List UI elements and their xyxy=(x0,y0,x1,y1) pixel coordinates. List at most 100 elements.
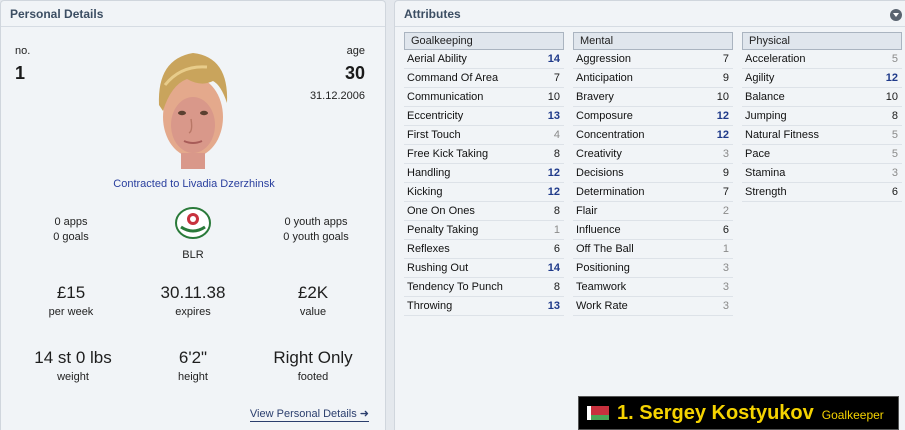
attribute-row[interactable]: Aerial Ability 14 xyxy=(404,50,564,69)
attribute-row[interactable]: Free Kick Taking 8 xyxy=(404,145,564,164)
attribute-row[interactable]: Throwing 13 xyxy=(404,297,564,316)
personal-details-title: Personal Details xyxy=(1,1,385,27)
attribute-name: Command Of Area xyxy=(407,72,499,84)
view-personal-details-link[interactable]: View Personal Details ➜ xyxy=(249,407,369,422)
attribute-row[interactable]: Stamina 3 xyxy=(742,164,902,183)
attribute-row[interactable]: Decisions 9 xyxy=(573,164,733,183)
attribute-name: Teamwork xyxy=(576,281,627,293)
attribute-row[interactable]: Anticipation 9 xyxy=(573,69,733,88)
attribute-name: Anticipation xyxy=(576,72,633,84)
attribute-name: Free Kick Taking xyxy=(407,148,489,160)
attribute-value: 10 xyxy=(547,91,560,103)
attribute-name: Throwing xyxy=(407,300,453,312)
attribute-value: 1 xyxy=(722,243,729,255)
attribute-row[interactable]: First Touch 4 xyxy=(404,126,564,145)
arrow-right-icon: ➜ xyxy=(359,408,369,420)
nation-block: BLR xyxy=(163,205,223,261)
mental-column: Mental Aggression 7 Anticipation 9 Bravery 10… xyxy=(573,32,733,316)
goalkeeping-column: Goalkeeping Aerial Ability 14 Command Of A… xyxy=(404,32,564,316)
attribute-row[interactable]: Jumping 8 xyxy=(742,107,902,126)
height-value: 6'2" xyxy=(178,348,208,367)
attribute-name: Work Rate xyxy=(576,300,628,312)
physical-column: Physical Acceleration 5 Agility 12 Balance 10… xyxy=(742,32,902,202)
attribute-name: Influence xyxy=(576,224,621,236)
player-face-image xyxy=(158,53,228,169)
attribute-row[interactable]: Aggression 7 xyxy=(573,50,733,69)
attribute-name: Determination xyxy=(576,186,645,198)
shirt-number-block: no. 1 xyxy=(15,45,30,84)
attribute-name: Eccentricity xyxy=(407,110,464,122)
attribute-value: 10 xyxy=(885,91,898,103)
attribute-name: Agility xyxy=(745,72,775,84)
attribute-value: 5 xyxy=(891,148,898,160)
attribute-row[interactable]: One On Ones 8 xyxy=(404,202,564,221)
attribute-row[interactable]: Acceleration 5 xyxy=(742,50,902,69)
attribute-row[interactable]: Influence 6 xyxy=(573,221,733,240)
attribute-row[interactable]: Composure 12 xyxy=(573,107,733,126)
value-amount: £2K xyxy=(297,283,329,302)
attribute-value: 12 xyxy=(716,129,729,141)
attribute-row[interactable]: Off The Ball 1 xyxy=(573,240,733,259)
belarus-flag-icon xyxy=(587,406,609,420)
attribute-name: Flair xyxy=(576,205,598,217)
youth-goals-count: 0 youth goals xyxy=(283,231,349,243)
attribute-value: 12 xyxy=(547,186,560,198)
attribute-name: Communication xyxy=(407,91,484,103)
attribute-name: Decisions xyxy=(576,167,624,179)
attribute-row[interactable]: Positioning 3 xyxy=(573,259,733,278)
weight-value: 14 st 0 lbs xyxy=(34,348,112,367)
attribute-value: 8 xyxy=(891,110,898,122)
attribute-row[interactable]: Teamwork 3 xyxy=(573,278,733,297)
attribute-row[interactable]: Command Of Area 7 xyxy=(404,69,564,88)
attribute-row[interactable]: Penalty Taking 1 xyxy=(404,221,564,240)
age-block: age 30 31.12.2006 xyxy=(310,45,365,102)
attribute-value: 3 xyxy=(722,148,729,160)
attribute-value: 3 xyxy=(722,281,729,293)
attribute-value: 2 xyxy=(722,205,729,217)
attribute-row[interactable]: Tendency To Punch 8 xyxy=(404,278,564,297)
attribute-row[interactable]: Pace 5 xyxy=(742,145,902,164)
wage-block: £15 per week xyxy=(31,283,111,318)
attribute-name: Natural Fitness xyxy=(745,129,819,141)
attribute-value: 6 xyxy=(722,224,729,236)
expiry-value: 30.11.38 xyxy=(160,283,226,302)
attribute-row[interactable]: Communication 10 xyxy=(404,88,564,107)
attribute-name: Tendency To Punch xyxy=(407,281,503,293)
federation-crest-icon[interactable] xyxy=(172,205,214,241)
attribute-row[interactable]: Bravery 10 xyxy=(573,88,733,107)
attribute-row[interactable]: Kicking 12 xyxy=(404,183,564,202)
contract-link[interactable]: Contracted to Livadia Dzerzhinsk xyxy=(1,178,387,190)
youth-apps-count: 0 youth apps xyxy=(284,216,348,228)
attribute-value: 5 xyxy=(891,53,898,65)
attribute-row[interactable]: Creativity 3 xyxy=(573,145,733,164)
attribute-row[interactable]: Rushing Out 14 xyxy=(404,259,564,278)
attribute-row[interactable]: Reflexes 6 xyxy=(404,240,564,259)
attribute-value: 12 xyxy=(716,110,729,122)
attribute-name: Stamina xyxy=(745,167,786,179)
player-name: 1. Sergey Kostyukov xyxy=(617,401,814,424)
attribute-value: 3 xyxy=(891,167,898,179)
attribute-row[interactable]: Determination 7 xyxy=(573,183,733,202)
attribute-row[interactable]: Concentration 12 xyxy=(573,126,733,145)
attribute-row[interactable]: Natural Fitness 5 xyxy=(742,126,902,145)
chevron-down-icon[interactable] xyxy=(890,9,902,21)
attribute-value: 8 xyxy=(553,148,560,160)
attribute-value: 10 xyxy=(716,91,729,103)
view-personal-details-label: View Personal Details xyxy=(249,408,357,420)
apps-count: 0 apps xyxy=(54,216,88,228)
attribute-row[interactable]: Strength 6 xyxy=(742,183,902,202)
attribute-value: 8 xyxy=(553,205,560,217)
attributes-title: Attributes xyxy=(395,1,905,27)
attribute-row[interactable]: Agility 12 xyxy=(742,69,902,88)
attribute-row[interactable]: Balance 10 xyxy=(742,88,902,107)
attribute-value: 3 xyxy=(722,300,729,312)
attribute-value: 7 xyxy=(722,53,729,65)
personal-details-panel: Personal Details no. 1 age 30 31.12.2006… xyxy=(0,0,386,430)
attribute-row[interactable]: Handling 12 xyxy=(404,164,564,183)
attribute-row[interactable]: Eccentricity 13 xyxy=(404,107,564,126)
value-label: value xyxy=(299,306,327,318)
attribute-name: One On Ones xyxy=(407,205,475,217)
attribute-row[interactable]: Flair 2 xyxy=(573,202,733,221)
attribute-row[interactable]: Work Rate 3 xyxy=(573,297,733,316)
attribute-value: 1 xyxy=(553,224,560,236)
